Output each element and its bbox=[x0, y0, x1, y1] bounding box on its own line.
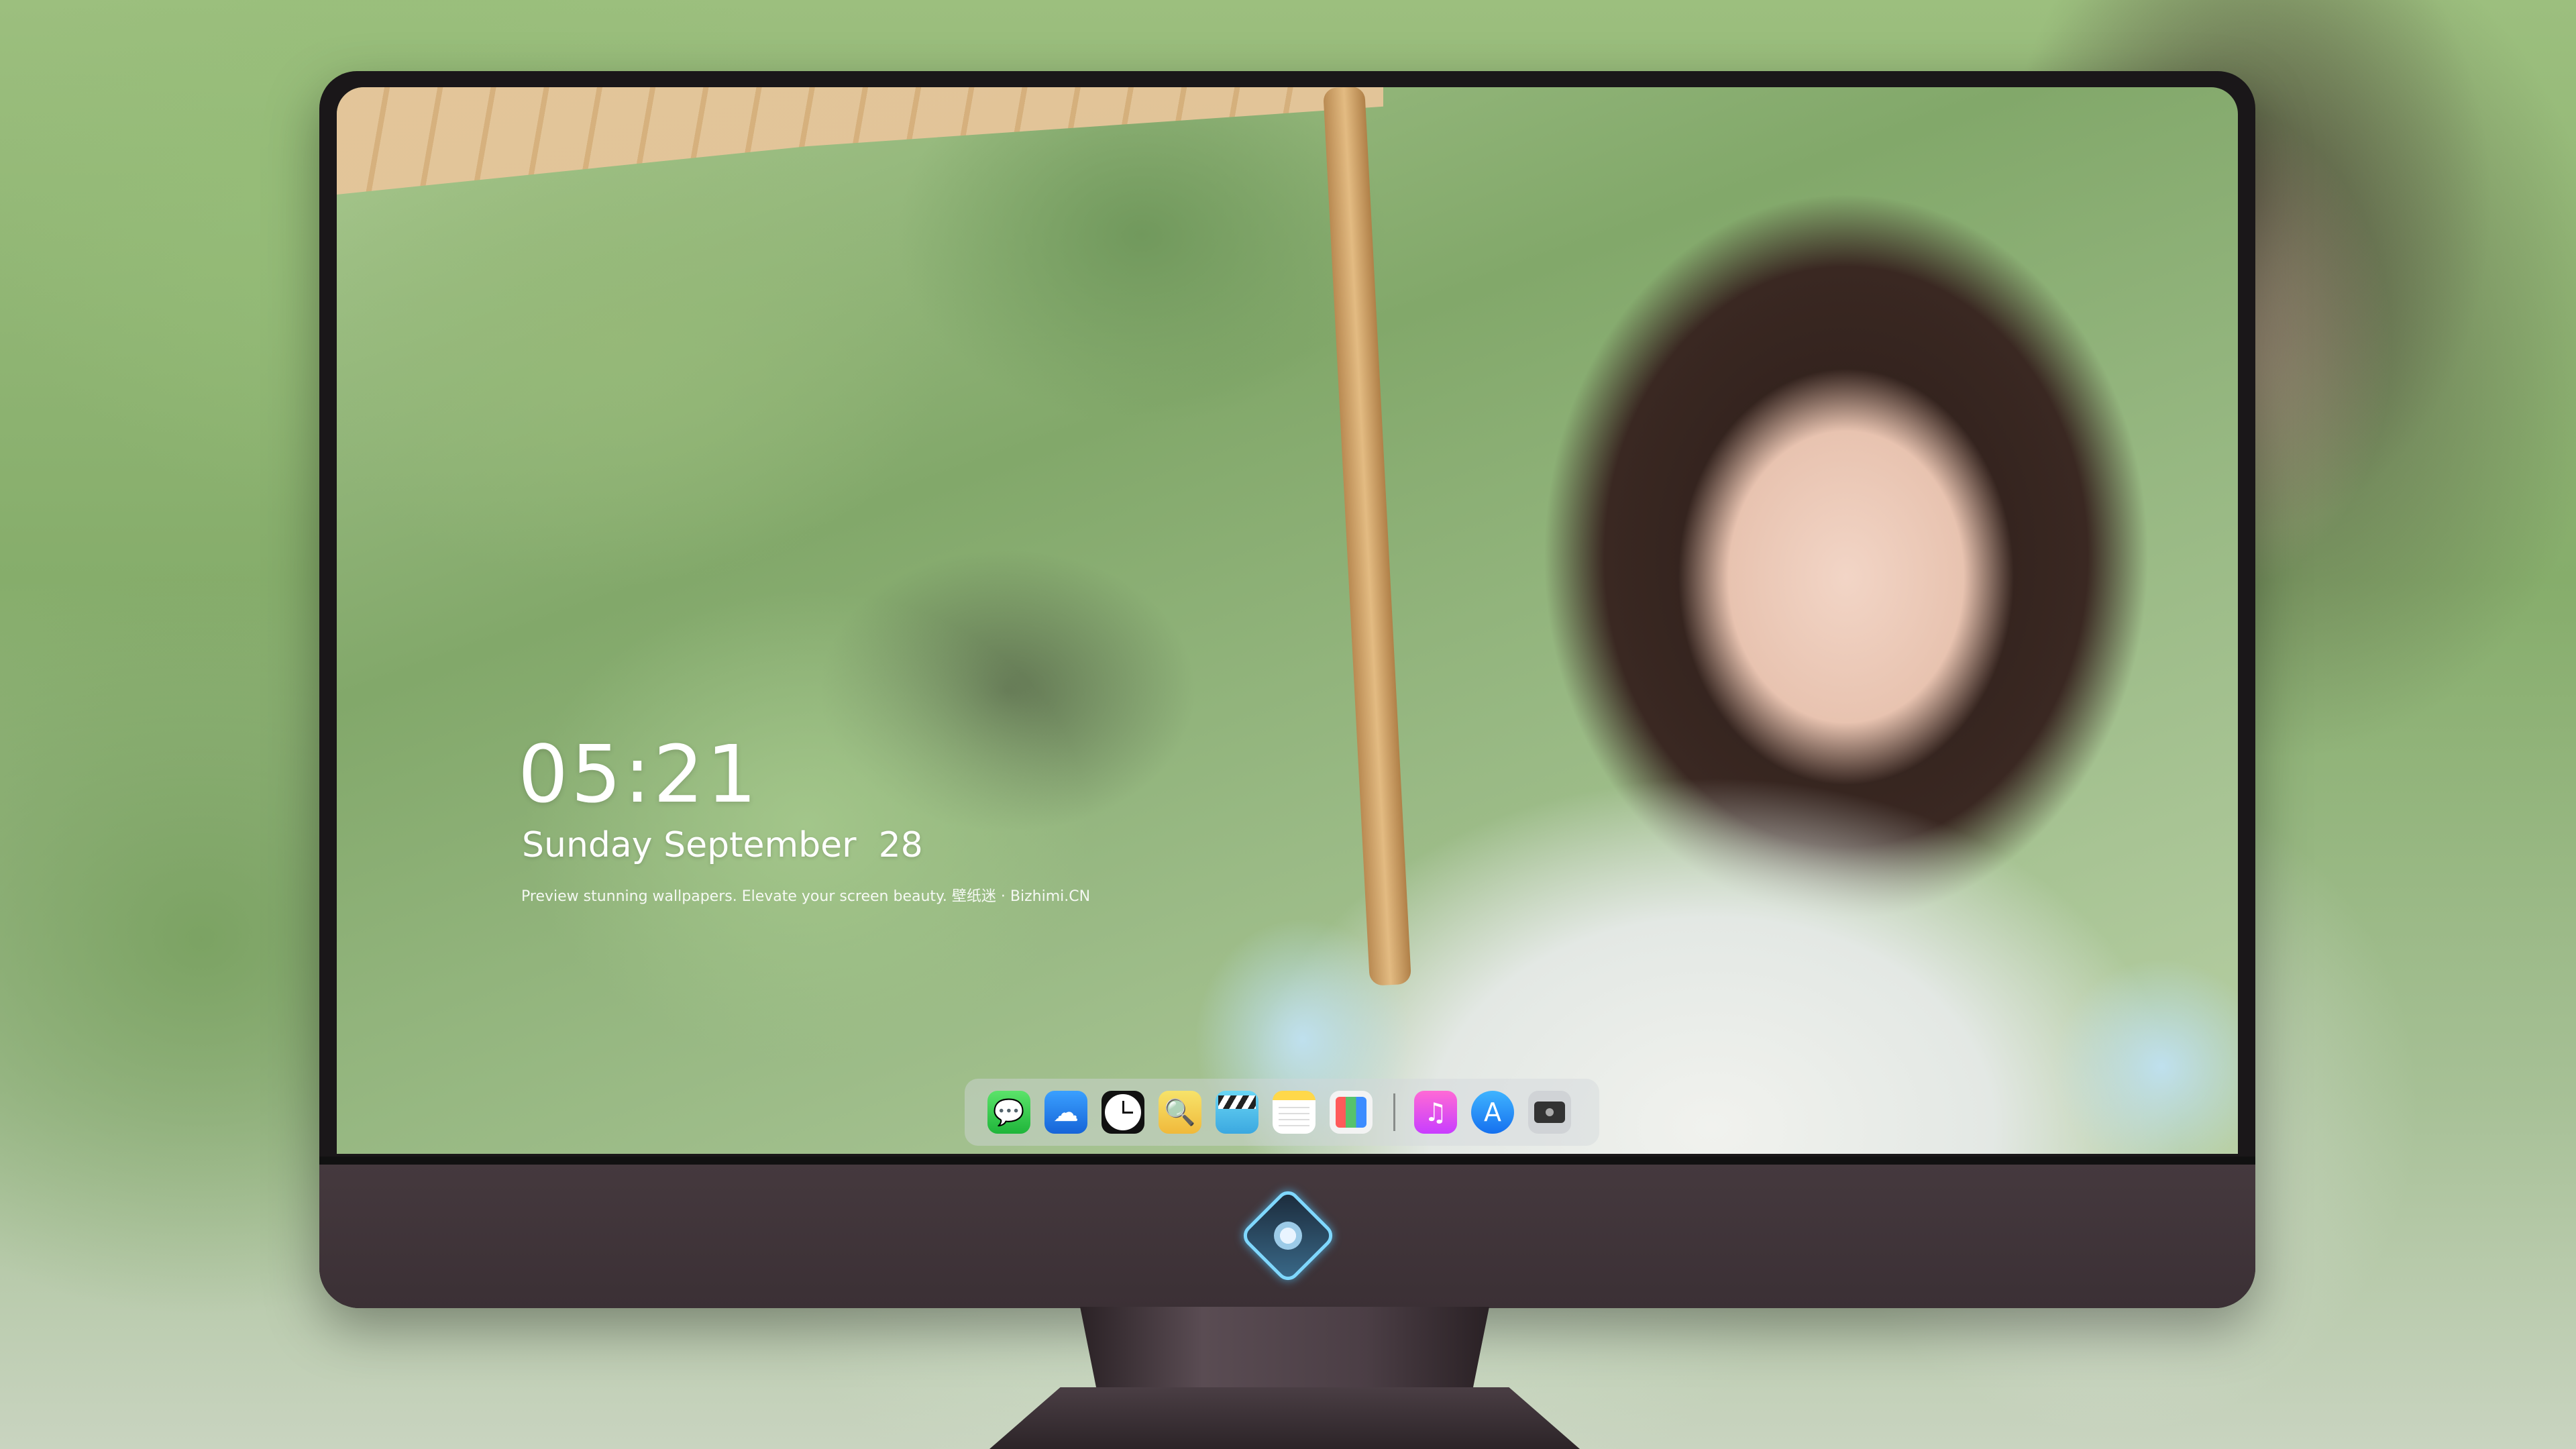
monitor-stand-base bbox=[989, 1387, 1580, 1449]
photos-grid bbox=[1336, 1097, 1366, 1128]
app-store-glyph: A bbox=[1484, 1097, 1501, 1127]
monitor-screen: 05:21 Sunday September 28 Preview stunni… bbox=[337, 87, 2238, 1154]
lockscreen-date: Sunday September 28 bbox=[522, 825, 923, 865]
clapper-stripes bbox=[1218, 1095, 1256, 1109]
wallpaper-figure-face bbox=[1678, 369, 2014, 785]
notes-lines bbox=[1279, 1107, 1309, 1127]
clock-hand-minute bbox=[1122, 1112, 1133, 1114]
lockscreen-tagline: Preview stunning wallpapers. Elevate you… bbox=[521, 888, 1091, 905]
notes-icon[interactable] bbox=[1273, 1091, 1316, 1134]
messages-icon[interactable]: 💬 bbox=[987, 1091, 1030, 1134]
messages-glyph: 💬 bbox=[993, 1097, 1025, 1127]
weather-glyph: ☁ bbox=[1053, 1097, 1079, 1127]
clock-icon[interactable] bbox=[1102, 1091, 1144, 1134]
claquette-icon[interactable] bbox=[1216, 1091, 1258, 1134]
brand-logo-emblem bbox=[1274, 1222, 1302, 1250]
music-icon[interactable]: ♫ bbox=[1414, 1091, 1457, 1134]
photos-icon[interactable] bbox=[1330, 1091, 1373, 1134]
wallpaper-figure-sleeve-right bbox=[2054, 959, 2238, 1154]
monitor-stand-neck bbox=[1080, 1307, 1489, 1389]
dock: 💬 ☁ 🔍 ♫ A bbox=[965, 1079, 1599, 1146]
preview-icon[interactable]: 🔍 bbox=[1159, 1091, 1201, 1134]
app-store-icon[interactable]: A bbox=[1471, 1091, 1514, 1134]
dock-separator bbox=[1393, 1093, 1395, 1131]
weather-icon[interactable]: ☁ bbox=[1044, 1091, 1087, 1134]
clock-face bbox=[1105, 1094, 1141, 1130]
camera-body bbox=[1534, 1102, 1565, 1123]
camera-icon[interactable] bbox=[1528, 1091, 1571, 1134]
wallpaper-parasol bbox=[337, 87, 1383, 195]
preview-glyph: 🔍 bbox=[1164, 1097, 1196, 1127]
lockscreen-clock: 05:21 bbox=[518, 728, 760, 820]
music-glyph: ♫ bbox=[1424, 1097, 1448, 1127]
camera-lens bbox=[1544, 1106, 1556, 1118]
